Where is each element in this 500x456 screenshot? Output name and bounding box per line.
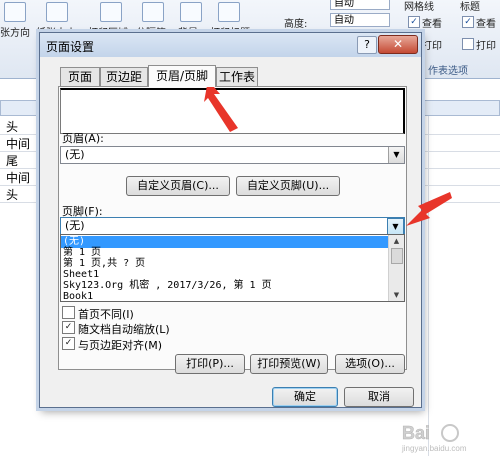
ok-button[interactable]: 确定 — [272, 387, 338, 407]
headings-print-label: 打印 — [476, 41, 496, 52]
chevron-down-icon[interactable]: ▼ — [388, 147, 404, 163]
gridlines-print-label: 打印 — [422, 41, 442, 52]
scale-with-document-label[interactable]: 随文档自动缩放(L) — [78, 321, 170, 337]
align-with-margins-checkbox[interactable]: ✓ — [62, 337, 75, 350]
gridlines-view-label: 查看 — [422, 19, 442, 30]
sheet-options-group-label: 作表选项 — [428, 66, 468, 77]
scroll-down-icon[interactable]: ▼ — [389, 289, 404, 301]
print-button[interactable]: 打印(P)... — [175, 354, 245, 374]
headings-view-checkbox[interactable]: ✓ — [462, 16, 474, 28]
gridline — [428, 116, 429, 456]
tab-margins[interactable]: 页边距 — [100, 67, 148, 86]
gridlines-label: 网格线 — [404, 2, 434, 13]
svg-text:jingyan.baidu.com: jingyan.baidu.com — [401, 444, 467, 453]
tab-header-footer[interactable]: 页眉/页脚 — [148, 65, 216, 87]
header-label: 页眉(A): — [62, 132, 104, 145]
background-icon[interactable] — [180, 2, 202, 22]
custom-footer-button[interactable]: 自定义页脚(U)... — [236, 176, 340, 196]
align-with-margins-label[interactable]: 与页边距对齐(M) — [78, 337, 162, 353]
width-field[interactable]: 自动 — [330, 0, 390, 10]
gridlines-view-checkbox[interactable]: ✓ — [408, 16, 420, 28]
breaks-icon[interactable] — [142, 2, 164, 22]
header-dropdown[interactable]: (无) ▼ — [60, 146, 405, 164]
height-field[interactable]: 自动 — [330, 13, 390, 27]
headings-print-checkbox[interactable] — [462, 38, 474, 50]
dialog-title: 页面设置 — [46, 40, 95, 54]
baidu-logo-icon: Bai jingyan.baidu.com — [401, 423, 467, 453]
cell-text[interactable]: 头 — [6, 186, 18, 203]
header-dropdown-value: (无) — [65, 148, 85, 161]
cell-text[interactable]: 头 — [6, 118, 18, 135]
tab-page[interactable]: 页面 — [60, 67, 100, 86]
list-item[interactable]: Book1 — [61, 291, 389, 301]
paper-size-icon[interactable] — [46, 2, 68, 22]
help-button[interactable]: ? — [357, 36, 377, 54]
footer-dropdown[interactable]: (无) ▼ — [60, 217, 405, 236]
scroll-thumb[interactable] — [391, 248, 403, 264]
cell-text[interactable]: 尾 — [6, 152, 18, 169]
list-scrollbar[interactable]: ▲ ▼ — [388, 235, 404, 301]
annotation-arrow-icon — [406, 192, 452, 226]
dialog-titlebar[interactable]: 页面设置 ? ✕ — [40, 33, 421, 57]
cell-text[interactable]: 中间 — [6, 169, 30, 186]
footer-dropdown-list[interactable]: (无) 第 1 页 第 1 页,共 ? 页 Sheet1 Sky123.Org … — [60, 234, 405, 302]
footer-dropdown-value: (无) — [65, 219, 85, 232]
scroll-up-icon[interactable]: ▲ — [389, 235, 404, 247]
print-area-icon[interactable] — [100, 2, 122, 22]
close-button[interactable]: ✕ — [378, 35, 418, 54]
headings-label: 标题 — [460, 2, 480, 13]
orientation-label[interactable]: 张方向 — [0, 24, 30, 39]
orientation-icon[interactable] — [4, 2, 26, 22]
different-first-page-checkbox[interactable] — [62, 306, 75, 319]
cell-text[interactable]: 中间 — [6, 135, 30, 152]
headings-view-label: 查看 — [476, 19, 496, 30]
scale-with-document-checkbox[interactable]: ✓ — [62, 321, 75, 334]
height-label: 高度: — [284, 19, 308, 30]
cancel-button[interactable]: 取消 — [344, 387, 414, 407]
baidu-watermark: Bai jingyan.baidu.com — [400, 417, 496, 453]
svg-text:Bai: Bai — [402, 423, 430, 443]
options-button[interactable]: 选项(O)... — [335, 354, 405, 374]
print-titles-icon[interactable] — [218, 2, 240, 22]
different-first-page-label[interactable]: 首页不同(I) — [78, 306, 134, 322]
custom-header-button[interactable]: 自定义页眉(C)... — [126, 176, 230, 196]
print-preview-button[interactable]: 打印预览(W) — [250, 354, 328, 374]
